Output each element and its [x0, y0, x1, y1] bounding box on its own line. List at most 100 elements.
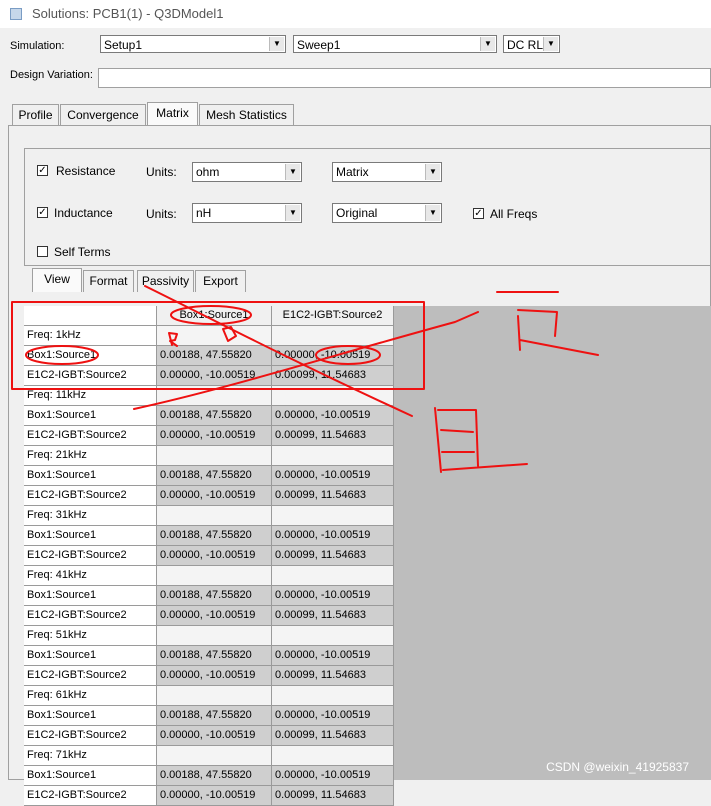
matrix-cell[interactable]: 0.00000, -10.00519 — [272, 526, 394, 546]
matrix-cell[interactable]: 0.00188, 47.55820 — [157, 526, 272, 546]
row-header[interactable]: E1C2-IGBT:Source2 — [24, 786, 157, 806]
self-terms-label: Self Terms — [54, 245, 111, 259]
row-header[interactable]: Box1:Source1 — [24, 766, 157, 786]
sweep-value: Sweep1 — [297, 38, 341, 52]
self-terms-checkbox[interactable] — [37, 246, 48, 257]
setup-select[interactable]: Setup1 ▼ — [100, 35, 286, 53]
freq-row-cell — [157, 626, 272, 646]
window-title: Solutions: PCB1(1) - Q3DModel1 — [32, 6, 224, 21]
row-header[interactable]: E1C2-IGBT:Source2 — [24, 726, 157, 746]
all-freqs-checkbox[interactable]: ✓ — [473, 208, 484, 219]
grid-corner — [24, 306, 157, 326]
simulation-label: Simulation: — [10, 40, 65, 52]
inductance-checkbox[interactable]: ✓ — [37, 207, 48, 218]
freq-row-cell — [157, 326, 272, 346]
tab-matrix[interactable]: Matrix — [147, 102, 198, 126]
matrix-cell[interactable]: 0.00000, -10.00519 — [157, 666, 272, 686]
matrix-cell[interactable]: 0.00000, -10.00519 — [157, 486, 272, 506]
design-variation-field[interactable] — [98, 68, 711, 88]
sweep-select[interactable]: Sweep1 ▼ — [293, 35, 497, 53]
freq-row-header: Freq: 21kHz — [24, 446, 157, 466]
row-header[interactable]: Box1:Source1 — [24, 406, 157, 426]
freq-row-cell — [157, 566, 272, 586]
matrix-cell[interactable]: 0.00000, -10.00519 — [272, 646, 394, 666]
setup-value: Setup1 — [104, 38, 143, 52]
matrix-cell[interactable]: 0.00188, 47.55820 — [157, 406, 272, 426]
inductance-units-select[interactable]: nH ▼ — [192, 203, 302, 223]
row-header[interactable]: Box1:Source1 — [24, 706, 157, 726]
tab-format[interactable]: Format — [83, 270, 134, 292]
freq-row-header: Freq: 61kHz — [24, 686, 157, 706]
row-header[interactable]: Box1:Source1 — [24, 586, 157, 606]
matrix-cell[interactable]: 0.00099, 11.54683 — [272, 726, 394, 746]
matrix-cell[interactable]: 0.00000, -10.00519 — [157, 726, 272, 746]
freq-row-cell — [157, 746, 272, 766]
matrix-cell[interactable]: 0.00000, -10.00519 — [157, 366, 272, 386]
resistance-units-select[interactable]: ohm ▼ — [192, 162, 302, 182]
freq-row-cell — [157, 386, 272, 406]
tab-export[interactable]: Export — [195, 270, 246, 292]
tab-convergence[interactable]: Convergence — [60, 104, 146, 126]
row-header[interactable]: E1C2-IGBT:Source2 — [24, 486, 157, 506]
row-header[interactable]: Box1:Source1 — [24, 526, 157, 546]
inductance-display-select[interactable]: Original ▼ — [332, 203, 442, 223]
row-header[interactable]: E1C2-IGBT:Source2 — [24, 666, 157, 686]
inductance-units-value: nH — [196, 206, 212, 220]
matrix-grid[interactable]: Box1:Source1 E1C2-IGBT:Source2 Freq: 1kHz B… — [24, 306, 711, 806]
matrix-cell[interactable]: 0.00188, 47.55820 — [157, 346, 272, 366]
row-header[interactable]: E1C2-IGBT:Source2 — [24, 426, 157, 446]
chevron-down-icon: ▼ — [285, 205, 300, 221]
all-freqs-label: All Freqs — [490, 207, 538, 221]
resistance-units-value: ohm — [196, 165, 220, 179]
row-header[interactable]: E1C2-IGBT:Source2 — [24, 366, 157, 386]
freq-row-cell — [157, 506, 272, 526]
matrix-cell[interactable]: 0.00099, 11.54683 — [272, 486, 394, 506]
matrix-cell[interactable]: 0.00188, 47.55820 — [157, 466, 272, 486]
mode-value: DC RL — [507, 38, 544, 52]
resistance-label: Resistance — [56, 164, 116, 178]
inductance-units-label: Units: — [146, 207, 177, 221]
chevron-down-icon: ▼ — [480, 37, 495, 51]
matrix-cell[interactable]: 0.00000, -10.00519 — [157, 786, 272, 806]
matrix-cell[interactable]: 0.00188, 47.55820 — [157, 586, 272, 606]
freq-row-cell — [272, 566, 394, 586]
row-header[interactable]: E1C2-IGBT:Source2 — [24, 606, 157, 626]
row-header[interactable]: E1C2-IGBT:Source2 — [24, 546, 157, 566]
column-header[interactable]: E1C2-IGBT:Source2 — [272, 306, 394, 326]
matrix-cell[interactable]: 0.00099, 11.54683 — [272, 366, 394, 386]
chevron-down-icon: ▼ — [269, 37, 284, 51]
matrix-cell[interactable]: 0.00099, 11.54683 — [272, 426, 394, 446]
tab-mesh-statistics[interactable]: Mesh Statistics — [199, 104, 294, 126]
chevron-down-icon: ▼ — [425, 164, 440, 180]
freq-row-header: Freq: 1kHz — [24, 326, 157, 346]
matrix-cell[interactable]: 0.00000, -10.00519 — [157, 606, 272, 626]
column-header[interactable]: Box1:Source1 — [157, 306, 272, 326]
matrix-cell[interactable]: 0.00099, 11.54683 — [272, 606, 394, 626]
matrix-cell[interactable]: 0.00099, 11.54683 — [272, 786, 394, 806]
freq-row-header: Freq: 11kHz — [24, 386, 157, 406]
tab-profile[interactable]: Profile — [12, 104, 59, 126]
matrix-cell[interactable]: 0.00188, 47.55820 — [157, 646, 272, 666]
matrix-cell[interactable]: 0.00000, -10.00519 — [272, 706, 394, 726]
matrix-cell[interactable]: 0.00000, -10.00519 — [272, 466, 394, 486]
resistance-checkbox[interactable]: ✓ — [37, 165, 48, 176]
matrix-cell[interactable]: 0.00000, -10.00519 — [157, 546, 272, 566]
matrix-cell[interactable]: 0.00000, -10.00519 — [272, 346, 394, 366]
resistance-display-select[interactable]: Matrix ▼ — [332, 162, 442, 182]
matrix-cell[interactable]: 0.00099, 11.54683 — [272, 546, 394, 566]
matrix-cell[interactable]: 0.00000, -10.00519 — [272, 586, 394, 606]
row-header[interactable]: Box1:Source1 — [24, 466, 157, 486]
row-header[interactable]: Box1:Source1 — [24, 646, 157, 666]
matrix-cell[interactable]: 0.00000, -10.00519 — [157, 426, 272, 446]
mode-select[interactable]: DC RL ▼ — [503, 35, 560, 53]
matrix-cell[interactable]: 0.00188, 47.55820 — [157, 706, 272, 726]
tab-view[interactable]: View — [32, 268, 82, 292]
matrix-cell[interactable]: 0.00000, -10.00519 — [272, 766, 394, 786]
freq-row-header: Freq: 71kHz — [24, 746, 157, 766]
row-header[interactable]: Box1:Source1 — [24, 346, 157, 366]
matrix-cell[interactable]: 0.00099, 11.54683 — [272, 666, 394, 686]
inductance-display-value: Original — [336, 206, 378, 220]
matrix-cell[interactable]: 0.00188, 47.55820 — [157, 766, 272, 786]
matrix-cell[interactable]: 0.00000, -10.00519 — [272, 406, 394, 426]
tab-passivity[interactable]: Passivity — [137, 270, 194, 292]
